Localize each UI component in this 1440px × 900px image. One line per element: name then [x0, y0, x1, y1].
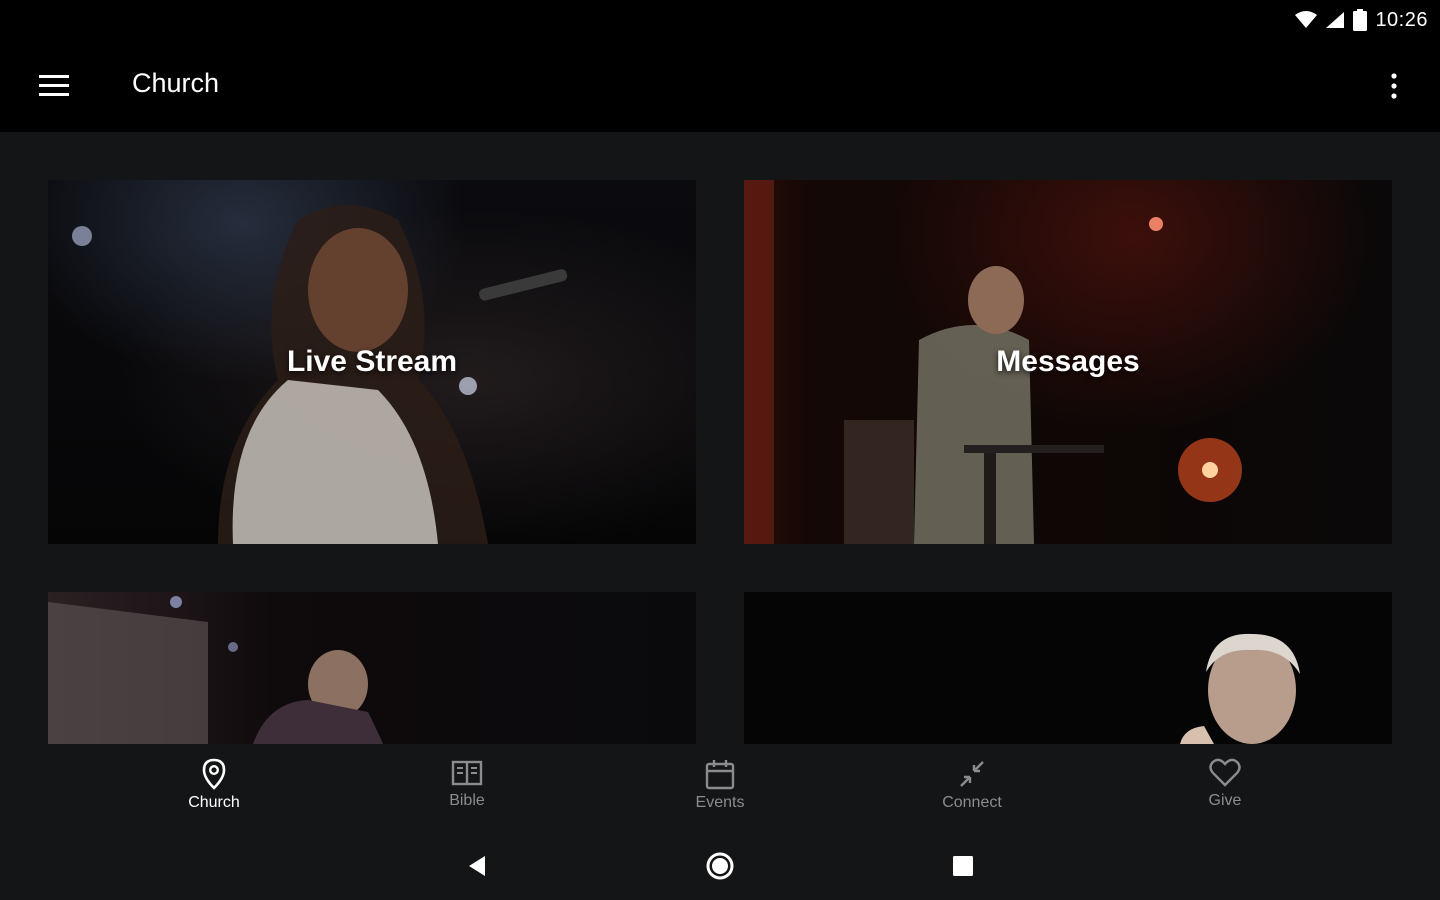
overflow-menu-button[interactable]: [1372, 64, 1416, 108]
nav-item-church[interactable]: Church: [144, 758, 284, 822]
back-button[interactable]: [460, 848, 496, 884]
status-time: 10:26: [1375, 8, 1428, 31]
third-card-photo: [48, 596, 383, 744]
home-button[interactable]: [702, 848, 738, 884]
card-live-stream[interactable]: Live Stream: [48, 180, 696, 544]
cell-signal-icon: [1326, 12, 1345, 28]
status-bar: 10:26: [0, 0, 1440, 40]
bottom-nav: Church Bible Events Connect Give: [0, 744, 1440, 828]
status-icons: 10:26: [1295, 6, 1428, 34]
connect-arrows-icon: [960, 761, 984, 787]
card-fourth[interactable]: [744, 592, 1392, 744]
more-vert-icon: [1391, 73, 1397, 99]
heart-icon: [1209, 758, 1241, 787]
nav-label-connect: Connect: [942, 794, 1002, 811]
calendar-icon: [705, 760, 735, 790]
fourth-card-photo: [1180, 633, 1300, 744]
recents-icon: [953, 856, 973, 876]
battery-icon: [1353, 9, 1368, 31]
nav-item-bible[interactable]: Bible: [397, 758, 537, 822]
app-bar: Church: [0, 40, 1440, 132]
nav-item-connect[interactable]: Connect: [902, 758, 1042, 822]
content-grid: Live Stream Messages: [0, 132, 1440, 744]
page-title: Church: [132, 68, 220, 98]
book-icon: [451, 760, 483, 786]
card-third[interactable]: [48, 592, 696, 744]
system-nav-bar: [0, 828, 1440, 900]
nav-label-events: Events: [695, 794, 745, 811]
home-icon: [706, 852, 734, 880]
card-label-messages: Messages: [996, 345, 1140, 378]
location-pin-icon: [202, 758, 226, 790]
wifi-icon: [1295, 11, 1318, 28]
card-messages[interactable]: Messages: [744, 180, 1392, 544]
nav-label-bible: Bible: [449, 792, 485, 809]
card-label-live-stream: Live Stream: [286, 345, 458, 378]
hamburger-menu-icon: [39, 75, 69, 96]
nav-label-give: Give: [1208, 792, 1242, 809]
nav-item-give[interactable]: Give: [1155, 758, 1295, 822]
nav-item-events[interactable]: Events: [650, 758, 790, 822]
back-icon: [469, 856, 485, 876]
menu-button[interactable]: [28, 64, 80, 108]
recents-button[interactable]: [945, 848, 981, 884]
nav-label-church: Church: [188, 794, 240, 811]
